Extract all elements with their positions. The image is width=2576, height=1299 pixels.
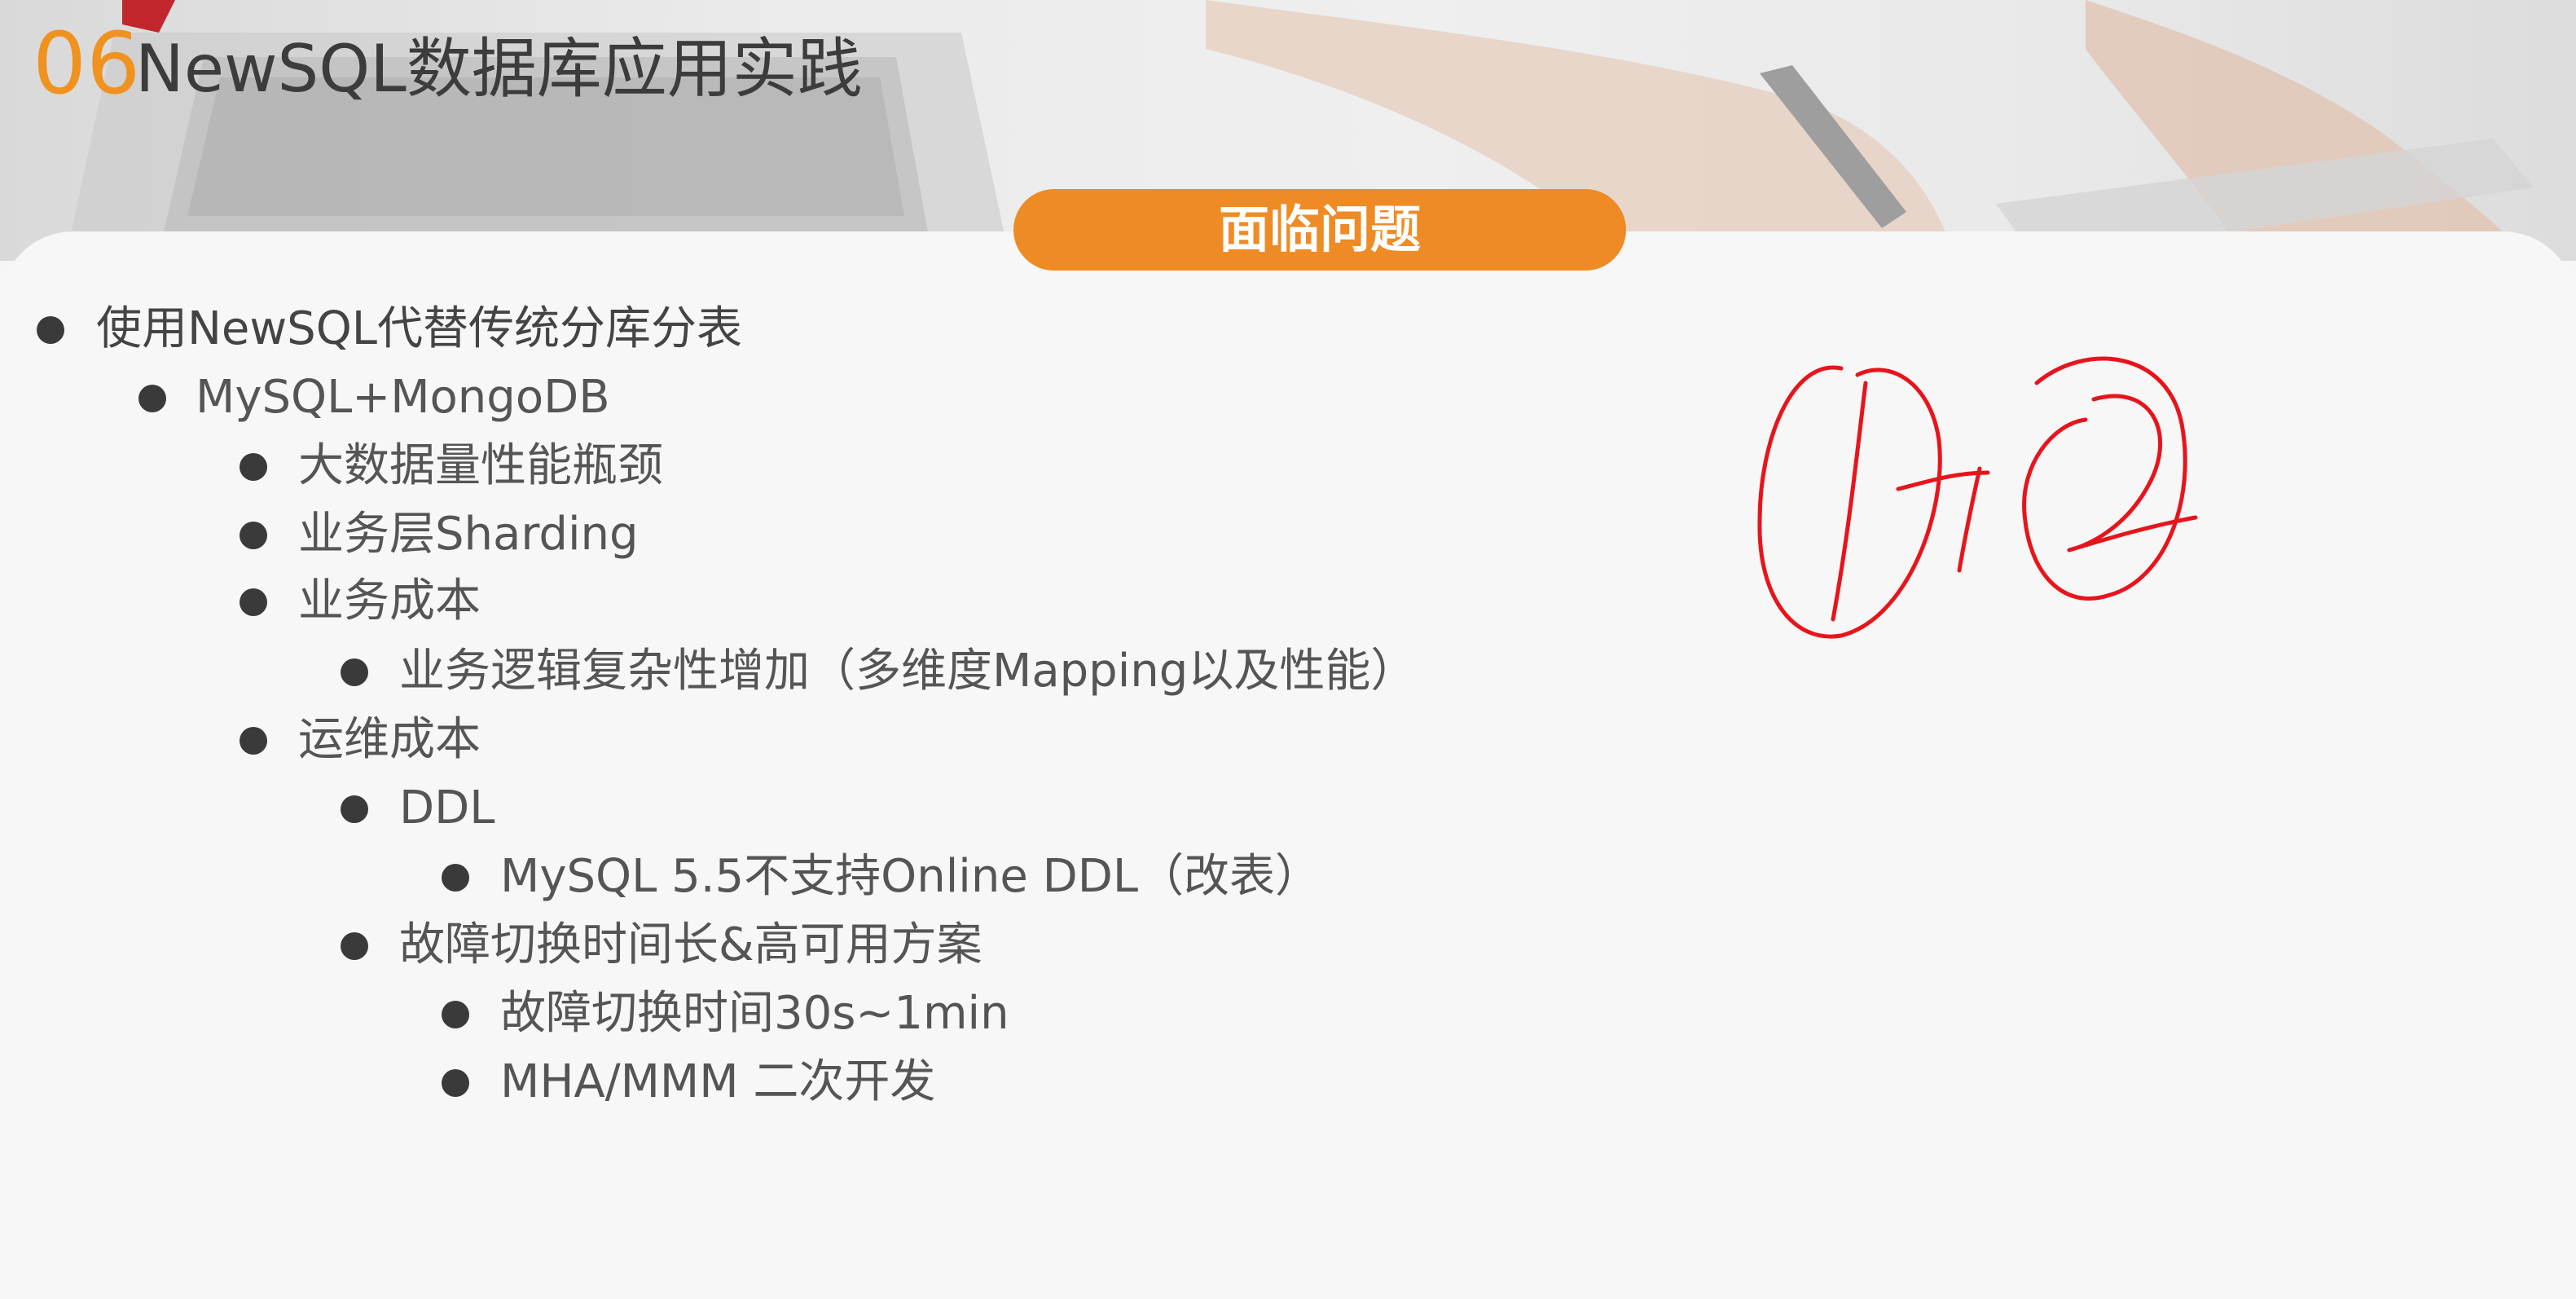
bullet-icon — [442, 1001, 469, 1028]
bullet-icon — [240, 727, 267, 755]
outline-item: MySQL 5.5不支持Online DDL（改表） — [500, 850, 1321, 903]
outline-item: 使用NewSQL代替传统分库分表 — [96, 302, 742, 355]
bullet-icon — [442, 1069, 469, 1097]
bullet-icon — [341, 658, 368, 686]
outline-item: MHA/MMM 二次开发 — [500, 1055, 936, 1108]
outline-item: DDL — [399, 782, 495, 834]
bullet-icon — [341, 795, 368, 823]
bullet-icon — [442, 864, 469, 892]
outline-item: 大数据量性能瓶颈 — [298, 439, 663, 492]
outline-item: 业务成本 — [298, 575, 481, 627]
handwritten-0-arrow-2-icon — [1757, 356, 2198, 639]
outline-item: MySQL+MongoDB — [196, 371, 610, 424]
outline-item: 运维成本 — [298, 713, 481, 766]
outline-item: 故障切换时间30s~1min — [500, 987, 1009, 1040]
bullet-icon — [37, 316, 64, 344]
outline-item: 故障切换时间长&高可用方案 — [399, 918, 982, 971]
bullet-icon — [240, 522, 267, 549]
bullet-icon — [138, 385, 166, 412]
bullet-icon — [240, 588, 267, 616]
bullet-icon — [341, 932, 368, 960]
outline-item: 业务逻辑复杂性增加（多维度Mapping以及性能） — [399, 645, 1417, 698]
outline-item: 业务层Sharding — [298, 508, 639, 561]
bullet-icon — [240, 453, 267, 481]
slide: 06 NewSQL数据库应用实践 面临问题 使用NewSQL代替传统分库分表 M… — [0, 0, 2576, 1299]
